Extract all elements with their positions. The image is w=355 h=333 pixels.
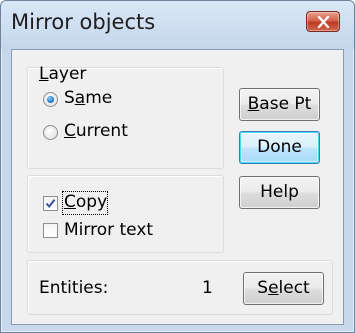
checkmark-icon [45,199,56,209]
entities-count: 1 [202,278,213,298]
copy-label[interactable]: Copy [64,192,107,212]
entities-label: Entities: [39,278,109,298]
dialog-client-area: Layer Same Current Copy Mirror text Enti… [11,49,344,325]
mirror-objects-dialog: Mirror objects Layer Same Current Copy M… [0,0,355,333]
options-group [27,175,224,253]
radio-current-button[interactable] [43,125,58,140]
close-x-icon [317,16,330,28]
mirror-text-label[interactable]: Mirror text [64,220,153,240]
done-button[interactable]: Done [239,131,320,164]
base-pt-button[interactable]: Base Pt [239,88,320,121]
close-button[interactable] [306,11,340,32]
radio-same-button[interactable] [43,92,58,107]
mirror-text-checkbox-box[interactable] [43,223,58,238]
window-title: Mirror objects [11,10,156,34]
radio-current-label[interactable]: Current [64,121,128,141]
title-bar[interactable]: Mirror objects [1,1,354,49]
layer-group-label: Layer [39,64,87,84]
copy-checkbox-box[interactable] [43,196,58,211]
select-button[interactable]: Select [243,272,324,305]
radio-same-label[interactable]: Same [64,88,112,108]
help-button[interactable]: Help [239,176,320,209]
